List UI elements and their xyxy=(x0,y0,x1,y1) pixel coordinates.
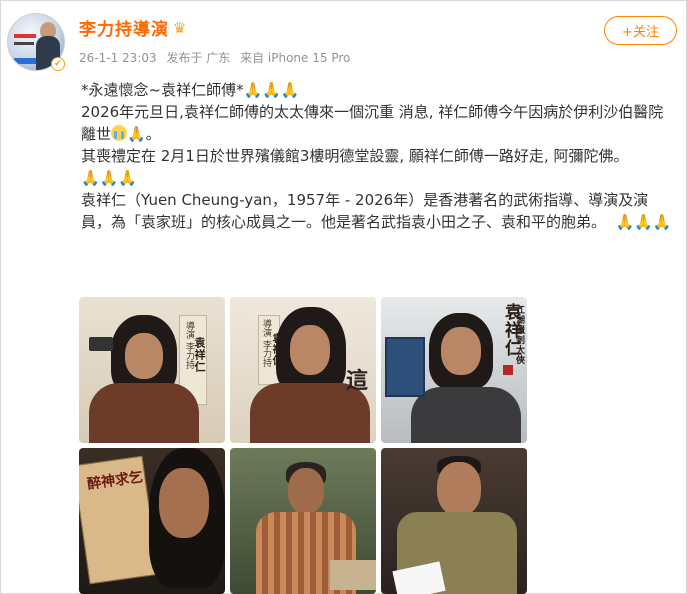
post-card: ✔ 李力持導演 ♛ 26-1-1 23:03 发布于 广东 来自 iPhone … xyxy=(0,0,687,594)
user-name[interactable]: 李力持導演 xyxy=(79,15,169,40)
follow-button[interactable]: +关注 xyxy=(604,16,677,45)
post-location: 发布于 广东 xyxy=(166,51,231,65)
photo-grid: 導演 李力持 袁祥仁 導演 李力持 袁祥仁 這 袁祥仁 江湖獵刺大俠 xyxy=(79,297,527,594)
prayer-emoji-icon: 🙏🙏🙏 xyxy=(81,169,138,187)
book-icon xyxy=(385,337,425,397)
photo-6-face xyxy=(437,462,481,516)
photo-5[interactable] xyxy=(230,448,376,594)
post-line-3: 其喪禮定在 2月1日於世界殯儀館3樓明德堂設靈, 願祥仁師傅一路好走, 阿彌陀佛… xyxy=(81,147,629,165)
photo-1[interactable]: 導演 李力持 袁祥仁 xyxy=(79,297,225,443)
prayer-emoji-icon: 🙏🙏🙏 xyxy=(243,81,300,99)
prayer-emoji-icon: 🙏 xyxy=(127,125,146,143)
photo-3-robe xyxy=(411,387,521,443)
photo-2[interactable]: 導演 李力持 袁祥仁 這 xyxy=(230,297,376,443)
post-line-1: *永遠懷念~袁祥仁師傅*🙏🙏🙏 xyxy=(81,79,677,101)
avatar-red-text xyxy=(14,34,36,38)
photo-2-side-text: 這 xyxy=(346,369,369,394)
photo-4[interactable]: 醉神求乞 xyxy=(79,448,225,594)
post-date[interactable]: 26-1-1 23:03 xyxy=(79,51,157,65)
photo-6[interactable] xyxy=(381,448,527,594)
photo-1-name-label: 袁祥仁 xyxy=(193,337,206,373)
post-line-4: 🙏🙏🙏 xyxy=(81,167,677,189)
post-device: 来自 iPhone 15 Pro xyxy=(240,51,351,65)
user-name-row: 李力持導演 ♛ xyxy=(79,15,187,41)
photo-1-face xyxy=(125,333,163,379)
photo-5-box xyxy=(330,560,376,590)
post-line-2-end: 。 xyxy=(145,125,161,143)
photo-3-face xyxy=(441,327,481,375)
post-line-5-text: 袁祥仁（Yuen Cheung-yan，1957年 - 2026年）是香港著名的… xyxy=(81,191,649,231)
post-content: *永遠懷念~袁祥仁師傅*🙏🙏🙏 2026年元旦日,袁祥仁師傅的太太傳來一個沉重 … xyxy=(81,79,677,233)
avatar-text-line xyxy=(14,42,34,45)
crown-icon: ♛ xyxy=(173,18,187,37)
verified-badge-icon: ✔ xyxy=(51,57,65,71)
crying-emoji-icon xyxy=(111,125,128,141)
photo-3-side-label: 江湖獵刺大俠 xyxy=(514,305,524,365)
photo-4-face xyxy=(159,468,209,538)
post-line-5: 袁祥仁（Yuen Cheung-yan，1957年 - 2026年）是香港著名的… xyxy=(81,189,677,233)
red-seal-icon xyxy=(503,365,513,375)
photo-3[interactable]: 袁祥仁 江湖獵刺大俠 xyxy=(381,297,527,443)
post-line-1-text: *永遠懷念~袁祥仁師傅* xyxy=(81,81,244,99)
photo-5-face xyxy=(288,468,324,514)
photo-2-face xyxy=(290,325,330,375)
post-meta: 26-1-1 23:03 发布于 广东 来自 iPhone 15 Pro xyxy=(79,49,356,66)
prayer-emoji-icon: 🙏🙏🙏 xyxy=(615,213,672,231)
phone-icon xyxy=(89,337,113,351)
photo-1-robe xyxy=(89,383,199,443)
post-line-2-text: 2026年元旦日,袁祥仁師傅的太太傳來一個沉重 消息, 祥仁師傅今午因病於伊利沙… xyxy=(81,103,664,143)
post-line-2: 2026年元旦日,袁祥仁師傅的太太傳來一個沉重 消息, 祥仁師傅今午因病於伊利沙… xyxy=(81,101,677,145)
